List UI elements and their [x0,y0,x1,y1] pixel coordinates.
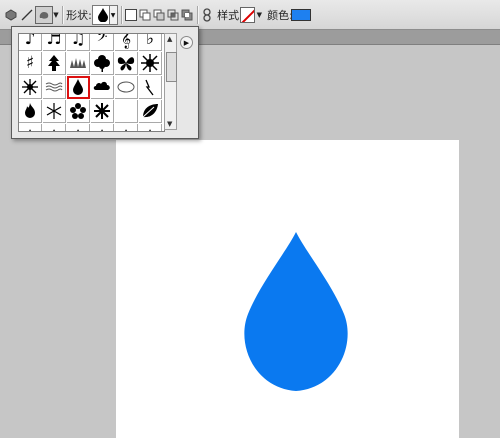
flower-icon[interactable] [67,100,90,123]
sixteenth-note-icon[interactable]: ♬ [43,34,66,51]
shape-label: 形状: [66,9,92,22]
chevron-down-icon: ▼ [256,11,262,19]
shape-cell[interactable]: ▲ [19,124,42,131]
sharp-icon[interactable]: ♯ [19,52,42,75]
moon-icon[interactable] [115,100,138,123]
scroll-thumb[interactable] [166,52,177,82]
shape-cell[interactable]: ▲ [115,124,138,131]
grass-icon[interactable] [67,52,90,75]
thought-cloud-icon[interactable] [115,76,138,99]
raindrop-icon[interactable] [67,76,90,99]
shape-cell[interactable]: ▲ [139,124,162,131]
shape-cell[interactable]: ▲ [43,124,66,131]
scroll-down-icon[interactable]: ▼ [167,120,172,128]
style-picker-button[interactable]: ▼ [240,0,262,30]
sun-burst-icon[interactable] [139,52,162,75]
eighth-note-icon[interactable]: ♪ [19,34,42,51]
clover-icon[interactable] [91,52,114,75]
lightning-icon[interactable] [139,76,162,99]
shape-grid: ♪ ♬ ♫ 𝄢 𝄞 ♭ ♯ [18,33,165,132]
chevron-down-icon[interactable]: ▼ [53,11,58,19]
panel-menu-icon[interactable]: ▶ [180,36,193,49]
color-label: 颜色: [267,9,293,22]
beamed-notes-icon[interactable]: ♫ [67,34,90,51]
snow-crystal-icon[interactable] [91,100,114,123]
shape-grid-scrollbar[interactable]: ▲ ▼ [164,33,177,130]
chevron-down-icon: ▼ [110,11,116,19]
style-label: 样式: [217,9,243,22]
leaf-icon[interactable] [139,100,162,123]
document-canvas[interactable] [116,140,459,438]
fire-icon[interactable] [19,100,42,123]
shape-picker-panel: ♪ ♬ ♫ 𝄢 𝄞 ♭ ♯ ▲ ▼ ▶ [11,26,199,139]
sun-icon[interactable] [19,76,42,99]
shape-dropdown-button[interactable]: ▼ [108,5,118,25]
color-swatch[interactable] [290,0,312,30]
no-style-icon [240,7,255,23]
flat-icon[interactable]: ♭ [139,34,162,51]
tree-icon[interactable] [43,52,66,75]
shape-cell[interactable]: ▲ [91,124,114,131]
shape-cell[interactable]: ▲ [67,124,90,131]
raindrop-shape[interactable] [240,232,352,392]
bass-clef-icon[interactable]: 𝄢 [91,34,114,51]
snowflake-icon[interactable] [43,100,66,123]
link-icon[interactable] [201,0,213,30]
butterfly-icon[interactable] [115,52,138,75]
cloud-icon[interactable] [91,76,114,99]
scroll-up-icon[interactable]: ▲ [167,35,172,43]
waves-icon[interactable] [43,76,66,99]
treble-clef-icon[interactable]: 𝄞 [115,34,138,51]
